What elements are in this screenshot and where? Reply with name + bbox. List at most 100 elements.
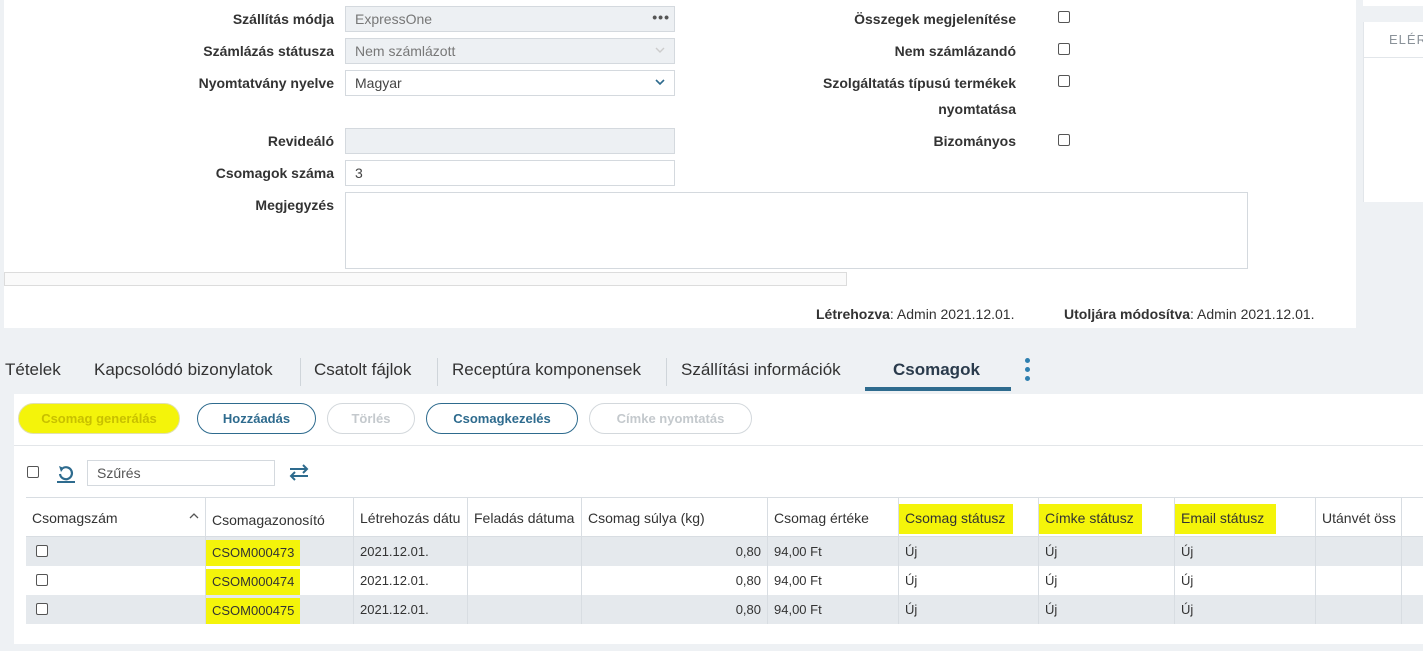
- package-id: CSOM000475: [206, 598, 301, 624]
- column-header[interactable]: Email státusz: [1175, 498, 1316, 538]
- modified-value: : Admin 2021.12.01.: [1190, 306, 1315, 322]
- label-status-cell: Új: [1039, 566, 1175, 595]
- created-date-cell: 2021.12.01.: [354, 566, 468, 595]
- column-header[interactable]: Csomagszám: [26, 498, 206, 538]
- tab-divider: [437, 358, 438, 386]
- toolbar-divider: [14, 445, 1423, 446]
- chevron-down-icon: [655, 79, 665, 86]
- value-cell: 94,00 Ft: [768, 537, 899, 566]
- refresh-icon[interactable]: [55, 462, 77, 484]
- created-date-cell: 2021.12.01.: [354, 595, 468, 624]
- print-language-select[interactable]: Magyar: [345, 70, 675, 96]
- package-count-input[interactable]: 3: [345, 160, 675, 186]
- select-all-checkbox[interactable]: [27, 466, 39, 478]
- column-label: Email státusz: [1175, 504, 1277, 534]
- manage-packages-button[interactable]: Csomagkezelés: [426, 403, 578, 434]
- sent-date-cell: [468, 537, 582, 566]
- tab-divider: [300, 358, 301, 386]
- row-checkbox[interactable]: [36, 574, 48, 586]
- tab-csomagok[interactable]: Csomagok: [893, 360, 980, 380]
- status-cell: Új: [899, 595, 1039, 624]
- column-label: Címke státusz: [1039, 504, 1142, 534]
- value-cell: 94,00 Ft: [768, 595, 899, 624]
- email-status-cell: Új: [1175, 595, 1316, 624]
- table-row[interactable]: CSOM000475 2021.12.01. 0,80 94,00 Ft Új …: [26, 595, 1423, 624]
- sent-date-cell: [468, 595, 582, 624]
- created-label: Létrehozva: [816, 306, 890, 322]
- status-cell: Új: [899, 566, 1039, 595]
- consignment-checkbox[interactable]: [1058, 134, 1070, 146]
- tab-receptura-komponensek[interactable]: Receptúra komponensek: [452, 360, 641, 380]
- package-id: CSOM000474: [206, 569, 301, 595]
- active-tab-indicator: [865, 387, 1011, 391]
- column-label: Utánvét öss: [1322, 510, 1396, 526]
- value-cell: 94,00 Ft: [768, 566, 899, 595]
- tab-kapcsolodo-bizonylatok[interactable]: Kapcsolódó bizonylatok: [94, 360, 273, 380]
- filter-placeholder: Szűrés: [97, 465, 141, 481]
- more-tabs-icon[interactable]: [1025, 358, 1031, 385]
- billing-status-select[interactable]: Nem számlázott: [345, 38, 675, 64]
- column-header[interactable]: Csomagazonosító: [206, 498, 354, 538]
- column-header[interactable]: Csomag státusz: [899, 498, 1039, 538]
- swap-columns-icon[interactable]: [288, 462, 310, 482]
- created-value: : Admin 2021.12.01.: [889, 306, 1015, 322]
- email-status-cell: Új: [1175, 537, 1316, 566]
- column-label: Csomagazonosító: [212, 512, 325, 528]
- row-checkbox[interactable]: [36, 545, 48, 557]
- column-header[interactable]: Létrehozás dátu: [354, 498, 468, 538]
- tab-tetelek[interactable]: Tételek: [5, 360, 61, 380]
- billing-status-value: Nem számlázott: [355, 43, 456, 59]
- status-cell: Új: [899, 537, 1039, 566]
- shipping-method-field[interactable]: ExpressOne •••: [345, 6, 675, 32]
- horizontal-scrollbar[interactable]: [4, 272, 847, 286]
- cod-cell: [1316, 566, 1402, 595]
- print-label-button[interactable]: Címke nyomtatás: [589, 403, 752, 434]
- column-label: Csomagszám: [32, 510, 118, 526]
- package-count-label: Csomagok száma: [215, 165, 334, 181]
- sent-date-cell: [468, 566, 582, 595]
- modified-info: Utoljára módosítva: Admin 2021.12.01.: [1064, 306, 1315, 322]
- show-totals-label: Összegek megjelenítése: [854, 11, 1016, 27]
- column-header[interactable]: Címke státusz: [1039, 498, 1175, 538]
- package-id: CSOM000473: [206, 540, 301, 566]
- not-billable-checkbox[interactable]: [1058, 43, 1070, 55]
- row-checkbox-cell: [26, 566, 206, 595]
- cod-cell: [1316, 595, 1402, 624]
- package-count-value: 3: [355, 165, 363, 181]
- delete-button[interactable]: Törlés: [327, 403, 415, 434]
- tab-csatolt-fajlok[interactable]: Csatolt fájlok: [314, 360, 411, 380]
- column-label: Csomag státusz: [899, 504, 1014, 534]
- side-panel: ELÉR: [1363, 22, 1423, 202]
- more-icon[interactable]: •••: [652, 9, 670, 25]
- column-header[interactable]: Feladás dátuma: [468, 498, 582, 538]
- generate-package-button[interactable]: Csomag generálás: [18, 403, 180, 434]
- column-header[interactable]: Csomag súlya (kg): [582, 498, 768, 538]
- column-header[interactable]: Csomag értéke: [768, 498, 899, 538]
- chevron-down-icon: [655, 47, 665, 53]
- note-textarea[interactable]: [345, 192, 1248, 269]
- print-service-items-label-1: Szolgáltatás típusú termékek: [823, 75, 1016, 91]
- label-status-cell: Új: [1039, 595, 1175, 624]
- print-service-items-checkbox[interactable]: [1058, 75, 1070, 87]
- reviewer-field[interactable]: [345, 128, 675, 154]
- row-checkbox[interactable]: [36, 603, 48, 615]
- not-billable-label: Nem számlázandó: [894, 43, 1016, 59]
- label-status-cell: Új: [1039, 537, 1175, 566]
- table-row[interactable]: CSOM000474 2021.12.01. 0,80 94,00 Ft Új …: [26, 566, 1423, 595]
- side-panel-header: ELÉR: [1364, 22, 1423, 58]
- row-checkbox-cell: [26, 595, 206, 624]
- row-checkbox-cell: [26, 537, 206, 566]
- column-label: Csomag súlya (kg): [588, 510, 705, 526]
- weight-cell: 0,80: [582, 595, 768, 624]
- tab-divider: [666, 358, 667, 386]
- tab-szallitasi-informaciok[interactable]: Szállítási információk: [681, 360, 841, 380]
- show-totals-checkbox[interactable]: [1058, 11, 1070, 23]
- column-label: Csomag értéke: [774, 510, 869, 526]
- filter-input[interactable]: Szűrés: [87, 460, 275, 486]
- column-header[interactable]: Utánvét öss: [1316, 498, 1402, 538]
- add-button[interactable]: Hozzáadás: [197, 403, 316, 434]
- print-service-items-label-2: nyomtatása: [938, 101, 1016, 117]
- sort-asc-icon[interactable]: [189, 512, 199, 520]
- billing-status-label: Számlázás státusza: [203, 43, 334, 59]
- table-row[interactable]: CSOM000473 2021.12.01. 0,80 94,00 Ft Új …: [26, 537, 1423, 566]
